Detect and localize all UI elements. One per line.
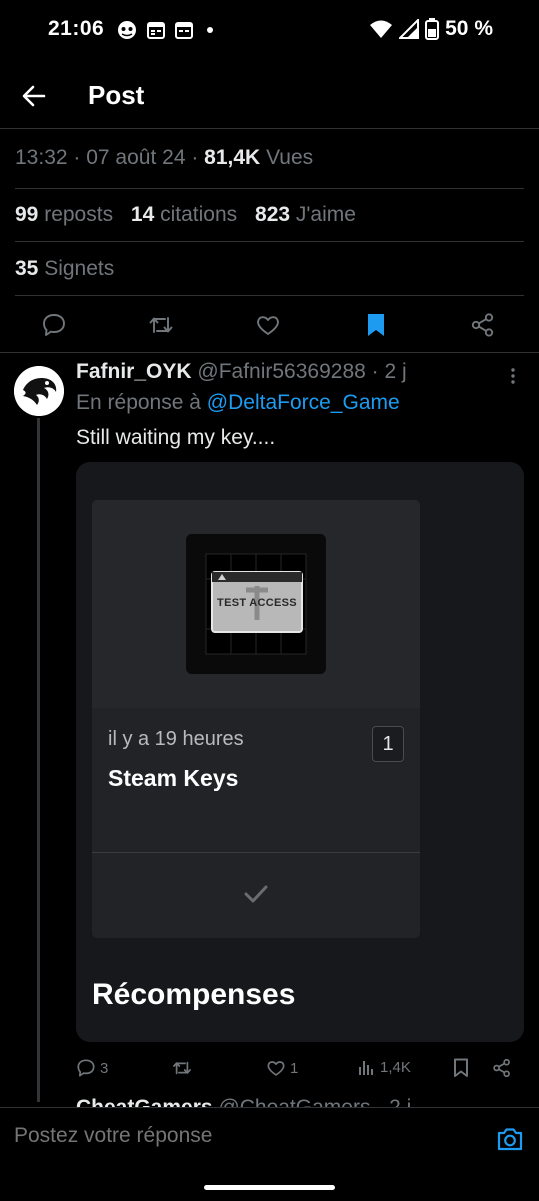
- reply-comment-button[interactable]: 3: [76, 1058, 108, 1078]
- quotes-count: 14: [130, 203, 155, 226]
- more-options-icon[interactable]: [508, 366, 518, 386]
- post-time: 13:32: [15, 146, 68, 169]
- status-time: 21:06: [48, 17, 105, 40]
- divider: [15, 295, 524, 296]
- reply-icon[interactable]: [41, 312, 67, 338]
- like-icon[interactable]: [255, 312, 281, 338]
- views-icon: [358, 1058, 376, 1076]
- battery-icon: [425, 18, 440, 40]
- reply-views-button[interactable]: 1,4K: [358, 1058, 411, 1076]
- back-arrow-icon[interactable]: [20, 82, 48, 110]
- like-count: 1: [290, 1059, 299, 1077]
- card-timestamp: il y a 19 heures: [108, 728, 244, 750]
- signal-icon: [399, 19, 420, 39]
- views-label: Vues: [266, 146, 314, 169]
- reply-action-bar: 3 1 1,4K: [76, 1054, 524, 1084]
- checkmark-icon: [243, 884, 269, 904]
- rewards-heading: Récompenses: [92, 978, 296, 1011]
- post-action-bar: [0, 300, 539, 353]
- dragon-logo-icon: [14, 366, 64, 416]
- card-count-badge: 1: [372, 726, 404, 762]
- reply-prefix: En réponse à: [76, 391, 201, 414]
- status-bar: 21:06 50 %: [0, 0, 539, 62]
- bookmark-filled-icon[interactable]: [363, 312, 389, 338]
- thread-line: [37, 418, 40, 1102]
- quotes-stat[interactable]: 14 citations: [131, 203, 237, 226]
- divider: [15, 188, 524, 189]
- reply-bookmark-button[interactable]: [452, 1058, 470, 1078]
- bookmarks-stat[interactable]: 35 Signets: [15, 257, 114, 281]
- post-timestamp-views: 13:32 · 07 août 24 · 81,4K Vues: [15, 146, 314, 169]
- reply-count: 3: [100, 1059, 109, 1077]
- views-count: 81,4K: [204, 146, 261, 169]
- reply-age: 2 j: [384, 360, 407, 383]
- reply-input[interactable]: [14, 1124, 484, 1148]
- next-reply-preview[interactable]: CheatGamers @CheatGamers · 2 j: [76, 1092, 526, 1108]
- battery-level: 50 %: [445, 17, 493, 40]
- share-icon[interactable]: [470, 312, 496, 338]
- likes-count: 823: [255, 203, 291, 226]
- engagement-stats: 99 reposts 14 citations 823 J'aime: [15, 203, 356, 227]
- reply-repost-button[interactable]: [172, 1058, 192, 1078]
- repost-icon[interactable]: [148, 312, 174, 338]
- reply-to-link[interactable]: @DeltaForce_Game: [207, 391, 400, 414]
- card-title: Steam Keys: [108, 765, 239, 791]
- calendar-icon: [146, 20, 166, 40]
- reply-share-button[interactable]: [492, 1058, 512, 1078]
- repost-icon: [172, 1058, 192, 1078]
- quotes-label: citations: [160, 203, 238, 226]
- likes-label: J'aime: [295, 203, 356, 226]
- test-access-thumbnail: TEST ACCESS: [186, 534, 326, 674]
- reply-context: En réponse à @DeltaForce_Game: [76, 391, 400, 415]
- thumb-text: TEST ACCESS: [217, 597, 297, 609]
- views-count: 1,4K: [380, 1058, 411, 1076]
- bookmarks-count: 35: [15, 257, 39, 280]
- discord-icon: [116, 20, 138, 40]
- share-icon: [492, 1058, 512, 1078]
- author-handle[interactable]: @Fafnir56369288: [197, 360, 365, 383]
- reply-icon: [76, 1058, 96, 1078]
- divider: [92, 852, 420, 853]
- compose-bar: [0, 1107, 539, 1201]
- reply-text: Still waiting my key....: [76, 426, 276, 449]
- reply-media-image[interactable]: TEST ACCESS il y a 19 heures 1 Steam Key…: [76, 462, 524, 1042]
- card-image-area: TEST ACCESS: [92, 500, 420, 708]
- avatar[interactable]: [14, 366, 64, 416]
- author-name[interactable]: Fafnir_OYK: [76, 360, 192, 383]
- bookmarks-label: Signets: [44, 257, 115, 280]
- dot-icon: [202, 20, 218, 40]
- reposts-stat[interactable]: 99 reposts: [15, 203, 113, 226]
- camera-icon[interactable]: [496, 1126, 524, 1152]
- divider: [15, 241, 524, 242]
- page-title: Post: [88, 80, 145, 110]
- post-date: 07 août 24: [86, 146, 186, 169]
- calendar-icon: [174, 20, 194, 40]
- wifi-icon: [369, 19, 393, 39]
- reposts-label: reposts: [44, 203, 114, 226]
- gesture-home-bar[interactable]: [204, 1185, 335, 1190]
- reward-card: TEST ACCESS il y a 19 heures 1 Steam Key…: [92, 500, 420, 938]
- top-app-bar: Post: [0, 62, 539, 129]
- reposts-count: 99: [15, 203, 39, 226]
- reply-like-button[interactable]: 1: [266, 1058, 298, 1078]
- like-icon: [266, 1058, 286, 1078]
- bookmark-icon: [452, 1058, 470, 1078]
- reply-author-line: Fafnir_OYK @Fafnir56369288 · 2 j: [76, 360, 407, 383]
- likes-stat[interactable]: 823 J'aime: [255, 203, 356, 226]
